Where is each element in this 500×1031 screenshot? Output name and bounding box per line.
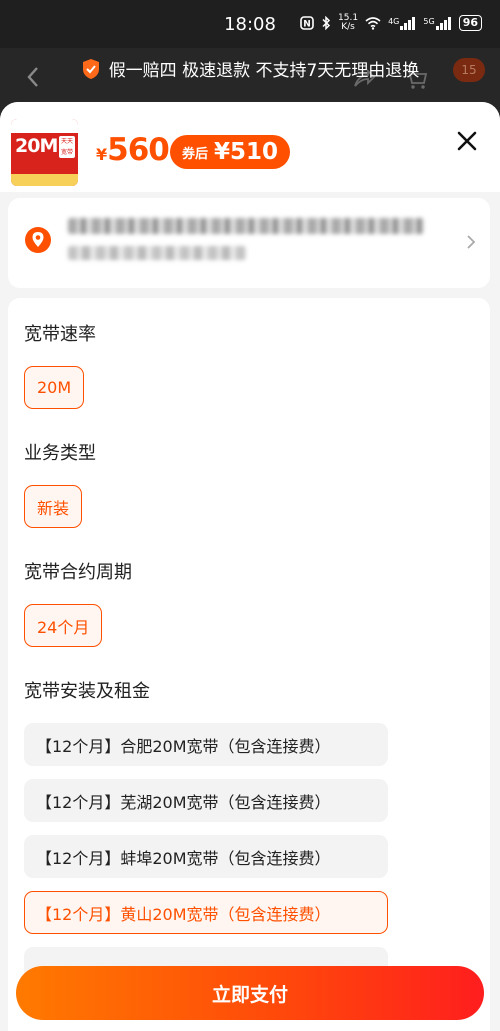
price: ¥560 xyxy=(96,132,170,168)
signal-icon-sim2: 5G xyxy=(423,16,451,30)
guarantee-notice: 假一赔四 极速退款 不支持7天无理由退换 xyxy=(0,56,500,81)
option-type-new[interactable]: 新装 xyxy=(24,485,83,528)
address-line-redacted xyxy=(68,218,424,234)
bluetooth-icon xyxy=(321,16,331,30)
option-install-hefei[interactable]: 【12个月】合肥20M宽带（包含连接费） xyxy=(24,723,388,766)
contact-line-redacted xyxy=(68,246,246,260)
wifi-icon xyxy=(365,16,381,30)
coupon-price: ¥510 xyxy=(214,139,279,165)
svg-text:N: N xyxy=(303,20,311,30)
price-symbol: ¥ xyxy=(96,145,108,164)
options-panel: 宽带速率 20M 业务类型 新装 宽带合约周期 24个月 宽带安装及租金 【12… xyxy=(8,298,490,1031)
product-thumbnail[interactable]: 20M 天天宽带 xyxy=(11,119,78,186)
nfc-icon: N xyxy=(300,16,314,30)
thumbnail-badge: 20M xyxy=(15,135,58,157)
sku-selection-sheet: 20M 天天宽带 ¥560 券后 ¥510 宽带速率 20M 业务类型 新装 宽… xyxy=(0,102,500,1031)
address-card[interactable] xyxy=(8,198,490,288)
chevron-right-icon xyxy=(467,235,476,249)
sheet-header: 20M 天天宽带 ¥560 券后 ¥510 xyxy=(0,102,500,192)
section-title-install: 宽带安装及租金 xyxy=(24,681,150,702)
close-icon[interactable] xyxy=(454,128,480,154)
signal-icon-sim1: 4G xyxy=(388,16,416,30)
shield-check-icon xyxy=(82,58,99,79)
coupon-price-badge: 券后 ¥510 xyxy=(170,135,291,169)
status-icons: N 15.1 K/s 4G 5G 96 xyxy=(300,14,482,32)
option-install-bengbu[interactable]: 【12个月】蚌埠20M宽带（包含连接费） xyxy=(24,835,388,878)
option-install-wuhu[interactable]: 【12个月】芜湖20M宽带（包含连接费） xyxy=(24,779,388,822)
signal1-label: 4G xyxy=(388,16,400,26)
net-speed: 15.1 K/s xyxy=(338,14,358,32)
net-speed-unit: K/s xyxy=(341,22,355,32)
thumbnail-side-text: 天天宽带 xyxy=(59,136,75,158)
section-title-speed: 宽带速率 xyxy=(24,324,96,345)
signal2-label: 5G xyxy=(423,16,435,26)
coupon-label: 券后 xyxy=(182,146,209,162)
option-speed-20m[interactable]: 20M xyxy=(24,366,85,409)
battery-indicator: 96 xyxy=(458,15,482,31)
option-install-huangshan[interactable]: 【12个月】黄山20M宽带（包含连接费） xyxy=(24,891,388,934)
notice-text: 假一赔四 极速退款 不支持7天无理由退换 xyxy=(108,61,420,81)
thumbnail-top-strip xyxy=(11,119,78,133)
location-pin-icon xyxy=(25,227,51,253)
pay-now-button[interactable]: 立即支付 xyxy=(16,966,484,1020)
section-title-contract: 宽带合约周期 xyxy=(24,562,132,583)
option-contract-24[interactable]: 24个月 xyxy=(24,604,103,647)
section-title-type: 业务类型 xyxy=(24,443,96,464)
status-bar: 18:08 N 15.1 K/s 4G 5G 96 xyxy=(0,0,500,48)
price-value: 560 xyxy=(107,132,170,168)
thumbnail-bottom-strip xyxy=(11,174,78,186)
